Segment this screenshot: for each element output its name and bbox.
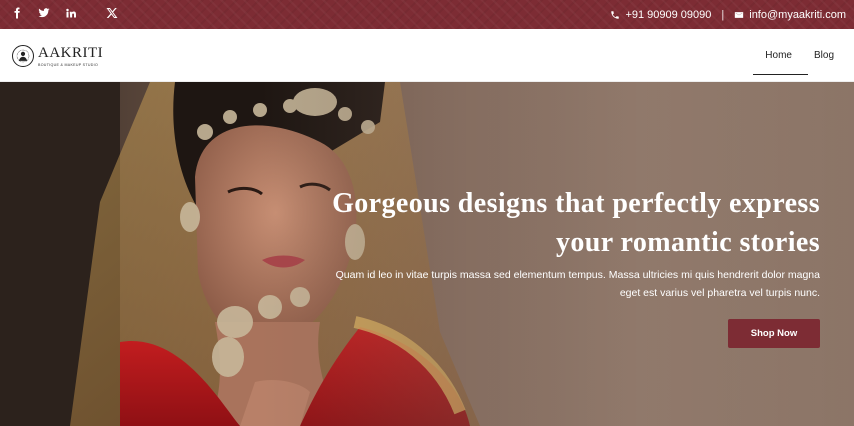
linkedin-link[interactable] <box>64 8 78 22</box>
logo-emblem-icon <box>12 45 34 67</box>
social-links <box>10 0 132 29</box>
twitter-link[interactable] <box>37 6 51 24</box>
hero-subtitle-line2: eget est varius vel pharetra vel turpis … <box>619 287 820 299</box>
hero-banner: Gorgeous designs that perfectly express … <box>0 82 854 426</box>
top-bar: +91 90909 09090 | info@myaakriti.com <box>0 0 854 29</box>
phone-number: +91 90909 09090 <box>625 8 712 21</box>
phone-link[interactable]: +91 90909 09090 <box>610 9 711 21</box>
x-link[interactable] <box>105 6 119 24</box>
linkedin-icon <box>65 6 77 24</box>
hero-title: Gorgeous designs that perfectly express … <box>260 184 820 262</box>
facebook-icon <box>11 6 23 24</box>
hero-title-line2: your romantic stories <box>556 227 820 258</box>
phone-icon <box>610 10 620 20</box>
hero-title-line1: Gorgeous designs that perfectly express <box>332 188 820 219</box>
nav-home[interactable]: Home <box>753 46 808 75</box>
facebook-link[interactable] <box>10 6 24 24</box>
logo-name: AAKRITI <box>38 44 104 61</box>
x-icon <box>106 6 118 24</box>
nav-blog[interactable]: Blog <box>814 46 834 65</box>
twitter-icon <box>38 6 50 24</box>
email-address: info@myaakriti.com <box>749 8 846 21</box>
hero-subtitle: Quam id leo in vitae turpis massa sed el… <box>280 266 820 302</box>
site-header: AAKRITI BOUTIQUE & MAKEUP STUDIO Home Bl… <box>0 29 854 82</box>
hero-subtitle-line1: Quam id leo in vitae turpis massa sed el… <box>335 269 820 281</box>
site-logo[interactable]: AAKRITI BOUTIQUE & MAKEUP STUDIO <box>12 45 103 67</box>
contact-separator: | <box>721 8 725 21</box>
logo-tagline: BOUTIQUE & MAKEUP STUDIO <box>38 62 99 67</box>
shop-now-button[interactable]: Shop Now <box>728 319 820 348</box>
contact-info: +91 90909 09090 | info@myaakriti.com <box>610 0 846 29</box>
main-nav: Home Blog <box>743 29 834 82</box>
mail-icon <box>734 10 744 20</box>
email-link[interactable]: info@myaakriti.com <box>734 9 846 21</box>
